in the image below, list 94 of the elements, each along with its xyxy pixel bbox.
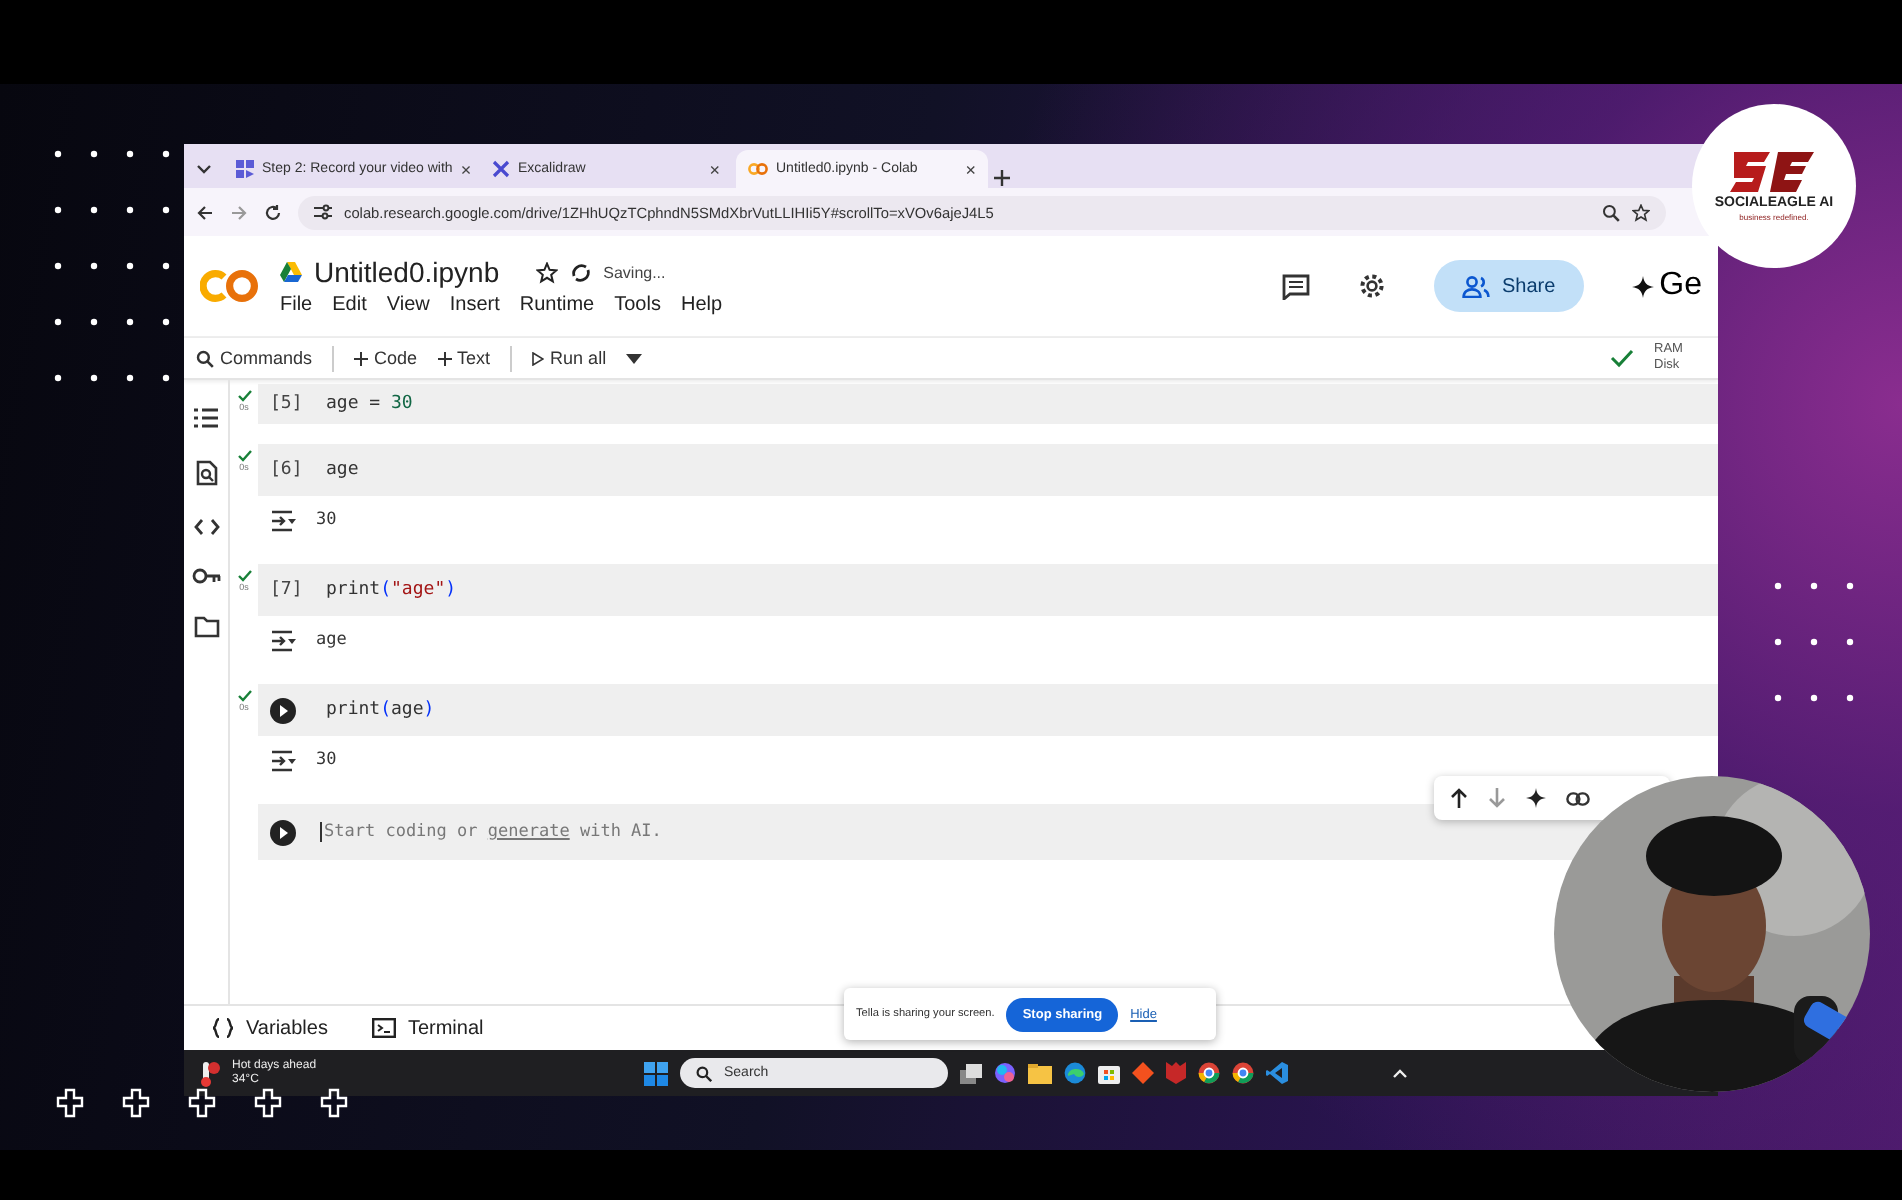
- site-settings-icon: [314, 204, 332, 220]
- browser-icon[interactable]: [1198, 1062, 1220, 1084]
- menu-item[interactable]: Tools: [614, 294, 661, 316]
- execution-count: [5]: [270, 394, 305, 414]
- output-icon[interactable]: [270, 509, 296, 531]
- menu-item[interactable]: File: [280, 294, 313, 316]
- output-icon[interactable]: [270, 749, 296, 771]
- shield-app-icon[interactable]: [1166, 1062, 1186, 1084]
- comment-icon[interactable]: [1281, 273, 1310, 299]
- code-icon[interactable]: [193, 518, 219, 536]
- tab-app-icon: [236, 160, 254, 178]
- dropdown-icon[interactable]: [626, 353, 643, 363]
- sparkle-icon: [1631, 275, 1654, 297]
- toc-icon[interactable]: [194, 408, 218, 428]
- link-icon[interactable]: [1566, 791, 1590, 805]
- commands-button[interactable]: Commands: [196, 348, 313, 368]
- execution-count: [7]: [270, 580, 305, 600]
- done-check-icon: [237, 450, 251, 462]
- output-icon[interactable]: [270, 629, 296, 651]
- cell-output: 30: [316, 750, 337, 770]
- run-cell-icon[interactable]: [270, 819, 296, 845]
- settings-icon[interactable]: [1357, 272, 1386, 300]
- add-code-button[interactable]: Code: [354, 348, 418, 368]
- people-icon: [1461, 275, 1490, 297]
- share-button[interactable]: Share: [1433, 260, 1584, 312]
- code-cell[interactable]: [5] age = 30: [258, 384, 1718, 424]
- file-explorer-icon[interactable]: [1028, 1063, 1052, 1083]
- run-all-button[interactable]: Run all: [532, 348, 607, 368]
- plus-icon: [354, 351, 369, 365]
- code-line: age: [326, 460, 359, 480]
- close-tab-icon[interactable]: ×: [965, 159, 976, 179]
- close-tab-icon[interactable]: ×: [709, 159, 720, 179]
- done-check-icon: [237, 390, 251, 402]
- colab-logo[interactable]: [200, 268, 260, 304]
- plus-icon: [437, 351, 452, 365]
- menu-item[interactable]: Help: [680, 294, 723, 316]
- menu-item[interactable]: Edit: [332, 294, 367, 316]
- emblem-icon: [1730, 150, 1818, 194]
- cell-output: 30: [316, 510, 337, 530]
- save-status: Saving...: [603, 263, 666, 281]
- code-line: print(age): [326, 700, 435, 720]
- run-cell-icon[interactable]: [270, 697, 296, 723]
- folder-icon[interactable]: [193, 616, 219, 638]
- start-icon[interactable]: [644, 1061, 668, 1085]
- browser-icon[interactable]: [1232, 1062, 1254, 1084]
- star-icon[interactable]: [535, 261, 558, 283]
- add-text-button[interactable]: Text: [437, 348, 491, 368]
- sync-icon: [569, 261, 592, 283]
- menu-item[interactable]: Insert: [449, 294, 500, 316]
- bookmark-star-icon[interactable]: [1632, 203, 1650, 221]
- braces-icon: [212, 1018, 234, 1038]
- code-line: print("age"): [326, 580, 457, 600]
- drive-icon: [280, 262, 302, 282]
- menu-item[interactable]: Runtime: [519, 294, 595, 316]
- diamond-app-icon[interactable]: [1132, 1062, 1154, 1084]
- new-tab-icon[interactable]: [992, 168, 1012, 188]
- store-icon[interactable]: [1098, 1062, 1120, 1084]
- search-icon: [696, 1065, 712, 1081]
- move-up-icon[interactable]: [1450, 788, 1468, 808]
- done-check-icon: [237, 570, 251, 582]
- close-tab-icon[interactable]: ×: [460, 159, 472, 179]
- code-line: age = 30: [326, 394, 413, 414]
- task-view-icon[interactable]: [960, 1063, 982, 1083]
- generate-link[interactable]: generate: [487, 822, 570, 842]
- edge-icon[interactable]: [1064, 1062, 1086, 1084]
- sparkle-icon[interactable]: [1526, 788, 1546, 808]
- variables-tab[interactable]: Variables: [212, 1017, 328, 1039]
- search-icon: [196, 349, 214, 367]
- tab-list-icon[interactable]: [196, 160, 212, 176]
- forward-icon[interactable]: [230, 203, 248, 221]
- tab-colab-icon: [748, 162, 768, 176]
- terminal-tab[interactable]: Terminal: [371, 1017, 484, 1039]
- notebook-title[interactable]: Untitled0.ipynb: [314, 256, 500, 288]
- cell-output: age: [316, 630, 347, 650]
- weather-icon[interactable]: [196, 1059, 220, 1087]
- code-cell[interactable]: [7] print("age"): [258, 564, 1718, 616]
- gemini-button[interactable]: Ge: [1631, 268, 1702, 304]
- connected-check-icon: [1610, 348, 1634, 368]
- cell-placeholder: Start coding or generate with AI.: [320, 822, 662, 842]
- code-cell[interactable]: print(age): [258, 684, 1718, 736]
- code-cell[interactable]: [6] age: [258, 444, 1718, 496]
- done-check-icon: [237, 690, 251, 702]
- code-editor-icon[interactable]: [1266, 1062, 1288, 1084]
- reload-icon[interactable]: [264, 203, 282, 221]
- back-icon[interactable]: [196, 203, 214, 221]
- terminal-icon: [371, 1018, 396, 1038]
- move-down-icon[interactable]: [1488, 788, 1506, 808]
- execution-count: [6]: [270, 460, 305, 480]
- menu-item[interactable]: View: [386, 294, 430, 316]
- find-icon[interactable]: [195, 460, 217, 486]
- zoom-icon[interactable]: [1602, 203, 1620, 221]
- copilot-icon[interactable]: [994, 1062, 1016, 1084]
- key-icon[interactable]: [191, 568, 221, 584]
- play-icon: [532, 351, 545, 365]
